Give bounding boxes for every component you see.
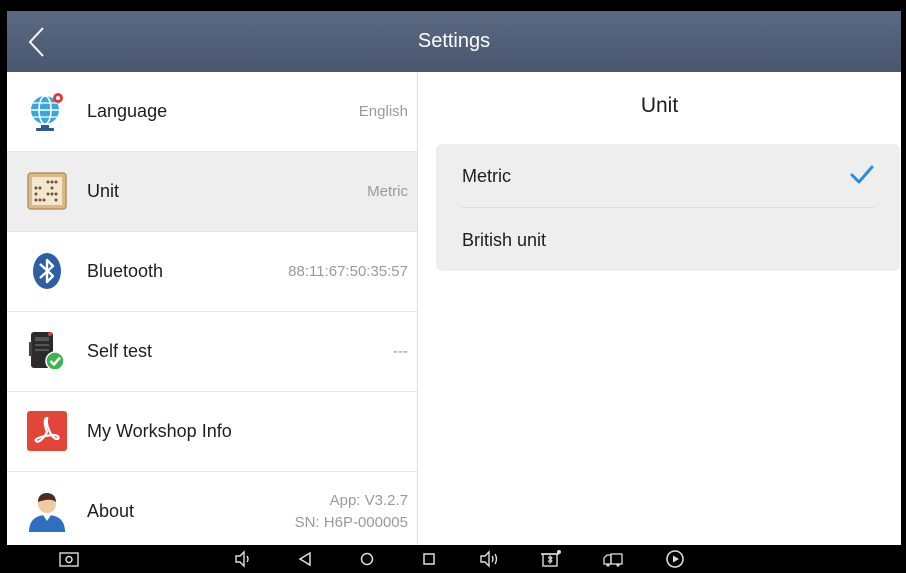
unit-detail-panel: Unit Metric British unit [418,72,901,545]
vci-icon[interactable] [540,549,562,569]
checkmark-icon [850,165,874,184]
abacus-icon [27,172,67,210]
settings-item-unit[interactable]: Unit Metric [7,152,417,232]
option-label: Metric [462,166,511,186]
play-circle-icon[interactable] [664,549,686,569]
settings-item-label: About [87,501,135,521]
pdf-icon [27,411,67,451]
serial-number: SN: H6P-000005 [294,514,408,531]
user-avatar-icon [29,493,65,532]
truck-icon[interactable] [602,549,624,569]
settings-item-label: My Workshop Info [87,421,232,441]
screen-bezel-top [0,0,906,11]
settings-item-label: Bluetooth [87,261,164,281]
settings-item-label: Self test [87,341,153,361]
system-nav-bar [0,545,906,573]
settings-item-value: Metric [367,183,408,200]
recents-square-icon[interactable] [418,549,440,569]
settings-item-about[interactable]: About App: V3.2.7 SN: H6P-000005 [7,472,417,545]
panel-title: Unit [640,94,679,117]
page-title: Settings [417,30,491,52]
app-header: Settings [7,11,901,72]
unit-option-metric[interactable]: Metric [436,144,900,208]
volume-up-icon[interactable] [478,549,500,569]
back-triangle-icon[interactable] [294,549,316,569]
screenshot-icon[interactable] [58,549,80,569]
settings-item-self-test[interactable]: Self test --- [7,312,417,392]
volume-down-icon[interactable] [232,549,254,569]
screen-bezel-left [0,0,7,573]
settings-item-label: Unit [87,181,120,201]
settings-item-value: English [358,103,408,120]
globe-pin-icon [31,93,63,131]
settings-list: Language English Unit Metric Bluetooth 8… [7,72,418,545]
app-version: App: V3.2.7 [329,492,408,509]
bluetooth-icon [33,253,61,289]
about-version-info: App: V3.2.7 SN: H6P-000005 [295,490,408,534]
option-label: British unit [462,230,547,250]
settings-item-value: --- [393,343,408,360]
settings-item-value: 88:11:67:50:35:57 [288,263,408,280]
settings-item-label: Language [87,101,168,121]
settings-item-language[interactable]: Language English [7,72,417,152]
screen-bezel-right [901,0,906,573]
unit-options-card: Metric British unit [436,144,900,271]
unit-option-british[interactable]: British unit [436,208,900,271]
settings-item-bluetooth[interactable]: Bluetooth 88:11:67:50:35:57 [7,232,417,312]
device-check-icon [29,332,65,371]
settings-item-workshop-info[interactable]: My Workshop Info [7,392,417,472]
home-circle-icon[interactable] [356,549,378,569]
